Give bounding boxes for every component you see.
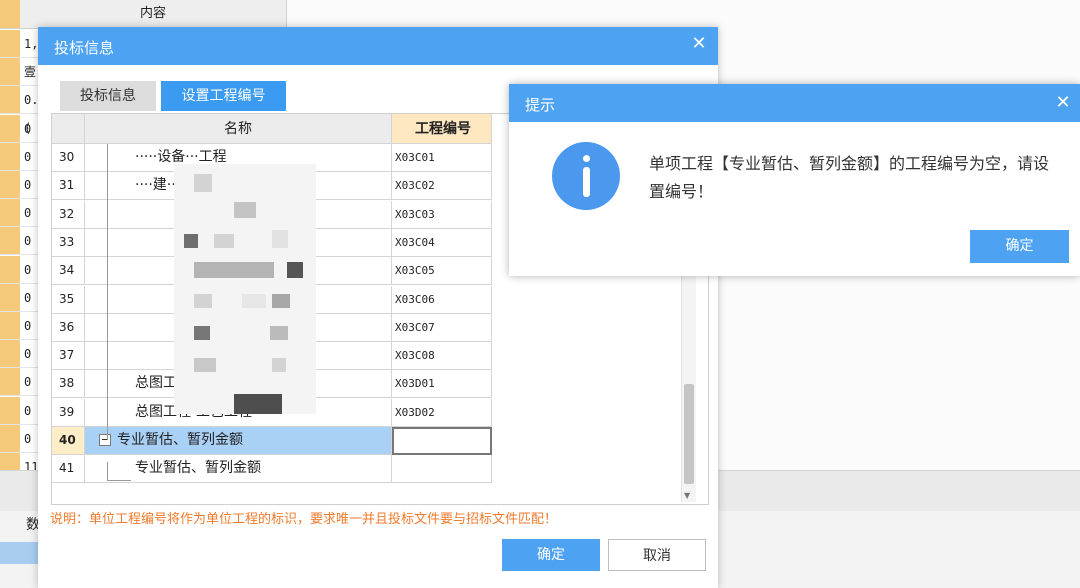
row-number: 38 (52, 370, 85, 399)
project-code-cell[interactable]: X03D02 (392, 398, 492, 427)
project-code-cell[interactable]: X03C01 (392, 144, 492, 172)
note-text: 说明：单位工程编号将作为单位工程的标识，要求唯一并且投标文件要与招标文件匹配！ (50, 512, 558, 527)
background-cell: 0 (0, 340, 40, 369)
background-cell: 0 (0, 142, 40, 171)
row-name-text: 专业暂估、暂列金额 (135, 460, 261, 477)
tree-connector (107, 462, 108, 480)
background-cell: 1, (0, 30, 40, 58)
row-number: 32 (52, 200, 85, 229)
tab-bid-info[interactable]: 投标信息 (60, 81, 156, 111)
row-name-text: ·····设备···工程 (135, 149, 227, 165)
alert-dialog: 提示 ✕ 单项工程【专业暂估、暂列金额】的工程编号为空，请设置编号！ 确定 (509, 84, 1080, 276)
alert-titlebar: 提示 ✕ (509, 84, 1080, 122)
header-project-code[interactable]: 工程编号 (392, 114, 492, 144)
row-name[interactable]: 专业暂估、暂列金额 (85, 427, 392, 455)
alert-ok-button[interactable]: 确定 (970, 230, 1069, 263)
background-cell: 0 (0, 424, 40, 453)
cancel-button[interactable]: 取消 (608, 539, 706, 571)
project-code-cell[interactable]: X03C08 (392, 342, 492, 371)
row-number: 37 (52, 342, 85, 371)
background-cell: 0 (0, 227, 40, 256)
header-rownum (52, 114, 85, 144)
background-corner (0, 0, 20, 28)
background-cell: 0 (0, 255, 40, 284)
redacted-region (174, 164, 316, 414)
background-header-title: 内容 (139, 6, 166, 21)
background-cell: 壹 (0, 58, 40, 87)
background-cell: 0.( (0, 86, 40, 135)
background-header: 内容 (0, 0, 286, 29)
alert-title: 提示 (525, 96, 556, 114)
project-code-cell[interactable]: X03D01 (392, 370, 492, 399)
project-code-cell[interactable]: X03C05 (392, 257, 492, 286)
background-cell: 0 (0, 396, 40, 425)
header-name[interactable]: 名称 (85, 114, 392, 144)
row-number: 41 (52, 455, 85, 484)
row-number: 35 (52, 285, 85, 314)
ok-button[interactable]: 确定 (502, 539, 600, 571)
scroll-down-icon[interactable]: ▼ (684, 491, 690, 500)
row-number: 36 (52, 313, 85, 342)
row-number: 31 (52, 172, 85, 201)
background-cell: 0 (0, 312, 40, 340)
project-code-cell[interactable]: X03C02 (392, 172, 492, 201)
project-code-cell[interactable]: X03C07 (392, 313, 492, 342)
tab-set-project-code[interactable]: 设置工程编号 (161, 81, 286, 111)
info-icon (552, 142, 620, 210)
alert-message: 单项工程【专业暂估、暂列金额】的工程编号为空，请设置编号！ (649, 154, 1050, 201)
dialog-title: 投标信息 (54, 39, 115, 57)
project-code-cell[interactable]: X03C06 (392, 285, 492, 314)
background-cell: 0 (0, 199, 40, 228)
background-cell: 0 (0, 368, 40, 397)
row-number: 40 (52, 427, 85, 455)
background-cell: 0 (0, 114, 40, 143)
project-code-cell[interactable]: X03C04 (392, 228, 492, 257)
tree-connector (107, 480, 131, 481)
close-icon[interactable]: ✕ (690, 35, 708, 53)
collapse-icon[interactable] (99, 434, 111, 446)
project-code-cell[interactable]: X03C03 (392, 200, 492, 229)
background-selection (0, 542, 40, 564)
project-code-cell[interactable] (392, 427, 492, 455)
background-cell: 0 (0, 171, 40, 199)
row-name-text: 专业暂估、暂列金额 (117, 432, 243, 448)
scrollbar-thumb[interactable] (684, 384, 694, 484)
alert-close-icon[interactable]: ✕ (1054, 94, 1072, 112)
tree-connector (107, 144, 108, 440)
dialog-titlebar: 投标信息 ✕ (38, 27, 718, 65)
row-number: 39 (52, 398, 85, 427)
row-number: 33 (52, 228, 85, 257)
row-number: 30 (52, 144, 85, 172)
background-cell: 0 (0, 283, 40, 312)
row-name[interactable]: 专业暂估、暂列金额 (85, 455, 392, 484)
project-code-cell[interactable] (392, 455, 492, 484)
row-number: 34 (52, 257, 85, 286)
